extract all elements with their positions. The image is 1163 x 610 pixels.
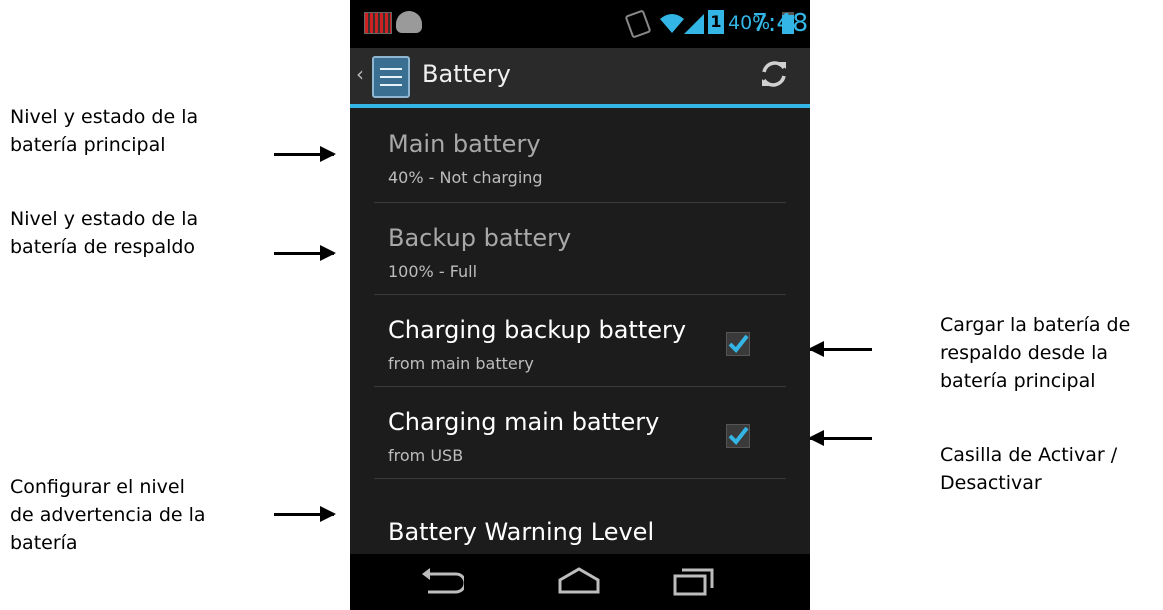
- annotation-line: respaldo desde la: [940, 342, 1109, 364]
- status-bar: 1 40%: [350, 0, 810, 48]
- list-item-backup-battery[interactable]: Backup battery 100% - Full: [374, 202, 786, 295]
- arrow-backup-battery: [274, 245, 336, 261]
- nav-home-icon[interactable]: [556, 566, 602, 598]
- annotation-line: Nivel y estado de la: [10, 106, 199, 128]
- settings-app-icon[interactable]: [372, 56, 410, 98]
- wifi-icon: [660, 14, 684, 33]
- notification-bars-icon: [364, 12, 392, 34]
- list-item-charging-main[interactable]: Charging main battery from USB: [374, 386, 786, 479]
- page-title: Battery: [422, 60, 511, 88]
- annotation-backup-battery: Nivel y estado de la batería de respaldo: [10, 205, 198, 261]
- list-item-warning-level[interactable]: Battery Warning Level: [374, 478, 786, 558]
- checkbox-checked-icon[interactable]: [726, 332, 750, 356]
- checkbox-checked-icon[interactable]: [726, 424, 750, 448]
- arrow-toggle: [808, 430, 872, 446]
- item-summary: from main battery: [388, 354, 534, 373]
- arrow-warning-level: [274, 506, 336, 522]
- arrow-main-battery: [274, 146, 336, 162]
- item-title: Main battery: [388, 130, 541, 158]
- annotation-line: Nivel y estado de la: [10, 208, 199, 230]
- item-title: Charging main battery: [388, 408, 660, 436]
- annotation-line: batería: [10, 532, 78, 554]
- list-item-main-battery[interactable]: Main battery 40% - Not charging: [374, 108, 786, 203]
- item-title: Battery Warning Level: [388, 518, 655, 546]
- nav-back-icon[interactable]: [418, 566, 464, 598]
- nav-recents-icon[interactable]: [670, 566, 716, 598]
- sim-slot-badge: 1: [708, 10, 724, 34]
- annotation-line: batería principal: [940, 370, 1096, 392]
- arrow-charge-backup: [808, 341, 872, 357]
- refresh-icon[interactable]: [758, 58, 790, 90]
- action-bar: ‹ Battery: [350, 48, 810, 108]
- back-chevron-icon[interactable]: ‹: [356, 62, 364, 86]
- annotation-warning-level: Configurar el nivel de advertencia de la…: [10, 473, 206, 557]
- annotation-line: Cargar la batería de: [940, 314, 1131, 336]
- navigation-bar: [350, 554, 810, 610]
- annotation-line: batería principal: [10, 134, 166, 156]
- annotation-line: batería de respaldo: [10, 236, 196, 258]
- annotation-line: Casilla de Activar /: [940, 444, 1118, 466]
- list-item-charging-backup[interactable]: Charging backup battery from main batter…: [374, 294, 786, 387]
- annotation-line: de advertencia de la: [10, 504, 206, 526]
- annotation-charge-backup: Cargar la batería de respaldo desde la b…: [940, 311, 1130, 395]
- check-mark-icon: [728, 334, 749, 354]
- signal-icon: [684, 14, 704, 34]
- vibrate-icon: [624, 9, 652, 39]
- status-time: 7:48: [752, 8, 809, 37]
- item-summary: from USB: [388, 446, 464, 465]
- annotation-line: Configurar el nivel: [10, 476, 185, 498]
- annotation-toggle: Casilla de Activar / Desactivar: [940, 441, 1117, 497]
- check-mark-icon: [728, 426, 749, 446]
- item-title: Charging backup battery: [388, 316, 687, 344]
- item-summary: 100% - Full: [388, 262, 478, 281]
- android-icon: [396, 11, 422, 33]
- annotation-main-battery: Nivel y estado de la batería principal: [10, 103, 198, 159]
- item-title: Backup battery: [388, 224, 572, 252]
- annotation-line: Desactivar: [940, 472, 1042, 494]
- item-summary: 40% - Not charging: [388, 168, 543, 187]
- phone-screen: 1 40% 7:48 ‹ Battery Main battery 40% - …: [350, 0, 810, 610]
